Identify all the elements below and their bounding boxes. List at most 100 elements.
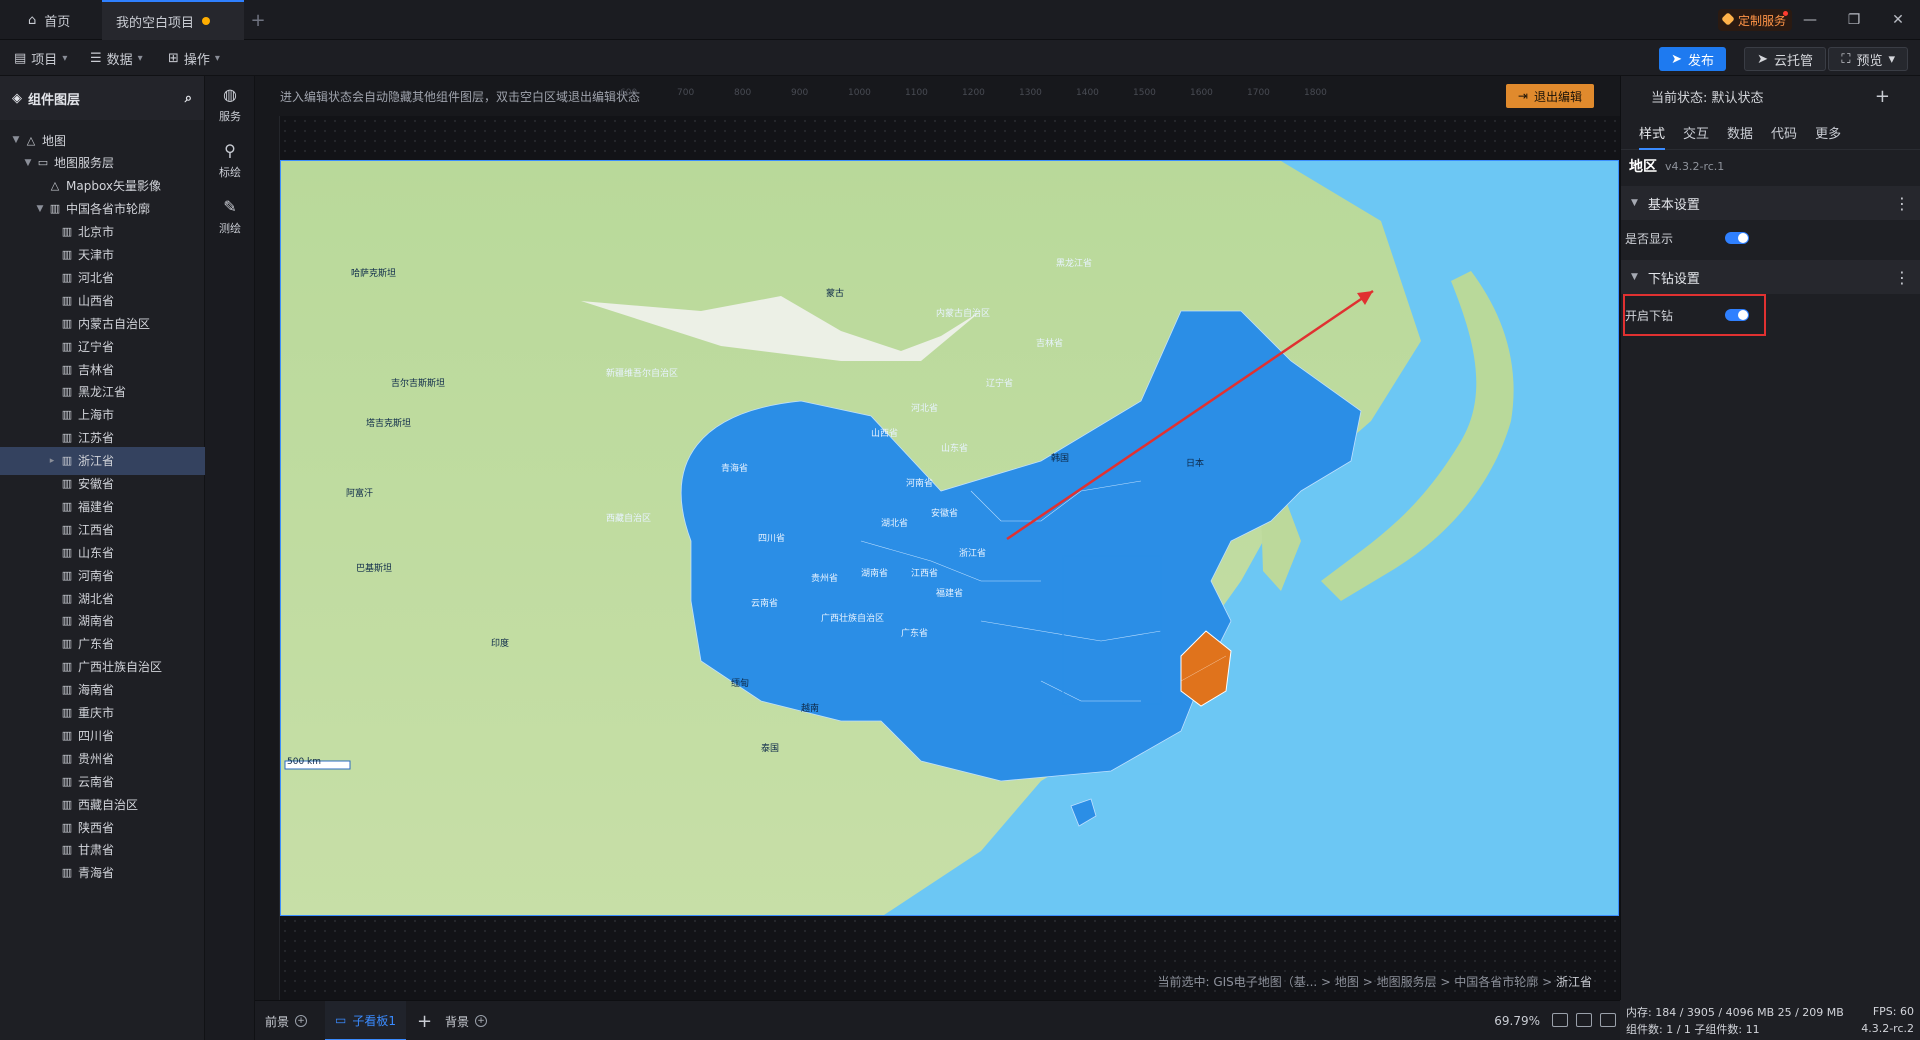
place-label: 巴基斯坦 [356, 564, 393, 574]
region-icon: ▥ [61, 797, 73, 811]
section-basic-label: 基本设置 [1647, 197, 1700, 213]
province-label: 湖北省 [881, 519, 909, 529]
section-basic[interactable]: ▼ 基本设置 ⋮ [1621, 186, 1920, 220]
add-state-icon[interactable]: + [1875, 86, 1890, 107]
caret-right-icon[interactable]: ▸ [46, 456, 58, 466]
exit-edit-label: 退出编辑 [1533, 89, 1582, 104]
layer-item-label: 四川省 [78, 728, 115, 743]
caret-down-icon[interactable]: ▼ [10, 135, 22, 145]
add-circle-icon[interactable]: + [295, 1015, 308, 1027]
map-svg[interactable] [281, 161, 1619, 916]
layer-item-label: 甘肃省 [78, 843, 115, 858]
place-label: 吉尔吉斯斯坦 [391, 379, 446, 389]
ruler-tick-label: 1600 [1190, 88, 1213, 98]
preview-label: 预览 [1856, 53, 1883, 69]
tab-more[interactable]: 更多 [1815, 123, 1841, 142]
place-label: 蒙古 [826, 289, 845, 299]
menu-operate[interactable]: ⊞ 操作 ▾ [168, 40, 220, 76]
restore-button[interactable]: ❐ [1832, 0, 1876, 40]
tab-style[interactable]: 样式 [1639, 123, 1666, 150]
province-label: 内蒙古自治区 [936, 309, 991, 319]
folder-icon: ▭ [37, 156, 49, 170]
preview-button[interactable]: ⛶ 预览 ▾ [1828, 47, 1908, 71]
search-icon[interactable]: ⌕ [185, 91, 192, 106]
close-button[interactable]: ✕ [1876, 0, 1920, 40]
layer-item-label: 贵州省 [78, 751, 115, 766]
terminal-icon[interactable] [1600, 1013, 1616, 1027]
exit-edit-button[interactable]: ⇥ 退出编辑 [1505, 84, 1594, 108]
layer-item-label: 安徽省 [78, 477, 115, 491]
tab-data[interactable]: 数据 [1727, 123, 1753, 142]
province-label: 云南省 [751, 599, 779, 609]
tool-plot-label: 标绘 [219, 165, 241, 179]
region-icon: ▥ [61, 385, 73, 399]
tool-service[interactable]: ◍ 服务 [205, 76, 255, 132]
map-component[interactable]: 500 km 新疆维吾尔自治区 西藏自治区 青海省 内蒙古自治区 黑龙江省 吉林省 辽宁省四… [280, 160, 1619, 916]
layer-item-label: Mapbox矢量影像 [66, 179, 162, 194]
chevron-down-icon: ▾ [137, 52, 143, 64]
tool-measure[interactable]: ✎ 测绘 [205, 188, 255, 244]
menu-project[interactable]: ▤ 项目 ▾ [14, 40, 67, 76]
more-vertical-icon[interactable]: ⋮ [1894, 194, 1910, 213]
zoom-level[interactable]: 69.79% [1494, 1014, 1540, 1028]
breadcrumb-current: 浙江省 [1555, 975, 1592, 989]
layer-item[interactable]: ▥ 青海省 [0, 859, 205, 887]
tab-project-label: 我的空白项目 [116, 15, 195, 31]
keyboard-icon[interactable] [1576, 1013, 1592, 1027]
tab-project[interactable]: 我的空白项目 [102, 0, 244, 40]
cloud-host-button[interactable]: ➤ 云托管 [1744, 47, 1826, 71]
tool-plot[interactable]: ⚲ 标绘 [205, 132, 255, 188]
region-icon: ▥ [61, 431, 73, 445]
region-icon: ▥ [61, 774, 73, 788]
region-icon: ▥ [61, 683, 73, 697]
layer-item-label: 内蒙古自治区 [78, 316, 151, 331]
region-icon: ▥ [61, 637, 73, 651]
region-icon: ▥ [61, 339, 73, 353]
layer-item-label: 上海市 [78, 408, 115, 423]
section-drill[interactable]: ▼ 下钻设置 ⋮ [1621, 260, 1920, 294]
more-vertical-icon[interactable]: ⋮ [1894, 268, 1910, 287]
tab-home[interactable]: ⌂ 首页 [14, 0, 102, 40]
fps-status: FPS: 60 [1872, 1005, 1914, 1018]
component-name: 地区 [1629, 159, 1657, 175]
add-circle-icon[interactable]: + [475, 1015, 488, 1027]
grid-icon: ⊞ [168, 50, 179, 66]
publish-button[interactable]: ➤ 发布 [1659, 47, 1726, 71]
home-icon: ⌂ [28, 12, 37, 28]
tab-interaction[interactable]: 交互 [1683, 123, 1709, 142]
visible-toggle[interactable] [1725, 232, 1749, 244]
memory-status: 内存: 184 / 3905 / 4096 MB 25 / 209 MB [1626, 1005, 1844, 1019]
add-tab-button[interactable]: + [246, 0, 270, 40]
minimize-button[interactable]: — [1788, 0, 1832, 40]
prop-drill-row: 开启下钻 [1621, 294, 1920, 336]
page-tab-front-label: 前景 [265, 1014, 290, 1029]
menu-data[interactable]: ☰ 数据 ▾ [90, 40, 143, 76]
caret-down-icon[interactable]: ▼ [34, 204, 46, 214]
layer-item-label: 浙江省 [78, 454, 115, 469]
layer-item-label: 辽宁省 [78, 339, 115, 354]
fit-screen-icon[interactable] [1552, 1013, 1568, 1027]
props-tabs: 样式 交互 数据 代码 更多 [1621, 116, 1920, 150]
tab-code[interactable]: 代码 [1771, 123, 1797, 142]
globe-icon: ◍ [223, 84, 237, 104]
region-icon: ▥ [61, 454, 73, 468]
page-tab-back[interactable]: 背景 + [445, 1001, 488, 1040]
current-state-label[interactable]: 当前状态: 默认状态 [1651, 87, 1764, 106]
page-tab-active[interactable]: ▭ 子看板1 [325, 1001, 406, 1040]
page-tab-front[interactable]: 前景 + [265, 1001, 308, 1040]
layer-item-label: 青海省 [78, 866, 115, 881]
tool-measure-label: 测绘 [219, 221, 241, 235]
measure-icon: ✎ [223, 196, 237, 216]
region-icon: ▥ [61, 706, 73, 719]
caret-down-icon[interactable]: ▼ [22, 158, 34, 168]
region-icon: ▥ [61, 751, 73, 765]
province-label: 黑龙江省 [1056, 259, 1093, 269]
drill-toggle[interactable] [1725, 309, 1749, 321]
region-icon: ▥ [61, 499, 73, 513]
prop-visible-label: 是否显示 [1625, 231, 1674, 246]
province-label: 山西省 [871, 429, 899, 439]
custom-service-button[interactable]: 定制服务 [1717, 9, 1792, 31]
add-page-button[interactable]: + [417, 1001, 432, 1040]
chevron-down-icon: ▾ [1888, 51, 1895, 67]
layer-item-label: 陕西省 [78, 820, 115, 835]
